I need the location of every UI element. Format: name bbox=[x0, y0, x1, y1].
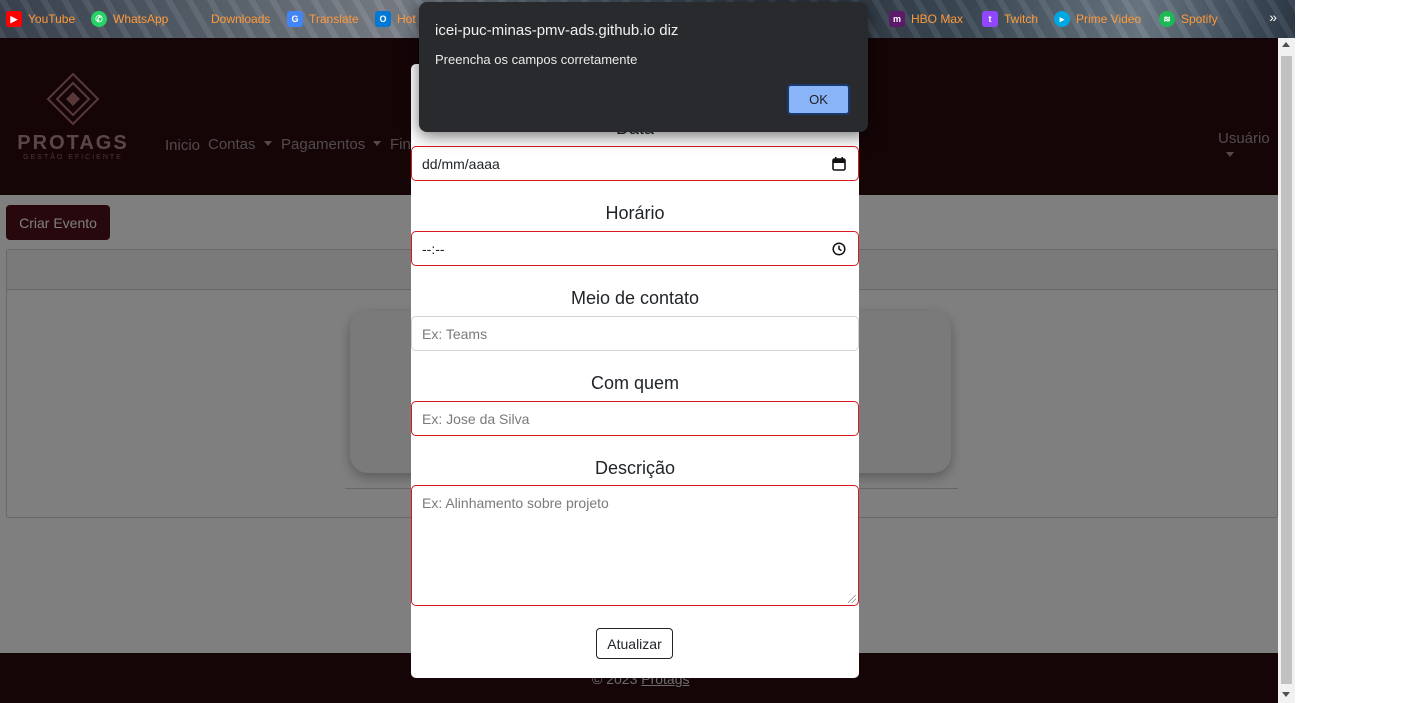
with-whom-placeholder: Ex: Jose da Silva bbox=[422, 410, 530, 427]
contact-method-input[interactable]: Ex: Teams bbox=[411, 316, 859, 351]
bookmark-whatsapp[interactable]: ✆ WhatsApp bbox=[91, 10, 168, 28]
hbo-max-icon: m bbox=[889, 11, 905, 27]
twitch-icon: t bbox=[982, 11, 998, 27]
time-input[interactable]: --:-- bbox=[411, 231, 859, 266]
bookmark-hbo-max[interactable]: m HBO Max bbox=[889, 10, 963, 28]
page-scrollbar[interactable] bbox=[1278, 38, 1295, 703]
time-value: --:-- bbox=[422, 240, 445, 257]
google-translate-icon: G bbox=[287, 11, 303, 27]
whatsapp-icon: ✆ bbox=[91, 11, 107, 27]
contact-method-placeholder: Ex: Teams bbox=[422, 325, 488, 342]
alert-title: icei-puc-minas-pmv-ads.github.io diz bbox=[435, 22, 679, 39]
resize-handle-icon[interactable] bbox=[848, 595, 856, 603]
contact-method-label: Meio de contato bbox=[570, 288, 700, 308]
bookmark-label: WhatsApp bbox=[113, 12, 169, 26]
browser-alert-dialog: icei-puc-minas-pmv-ads.github.io diz Pre… bbox=[419, 2, 868, 132]
bookmark-label: Downloads bbox=[211, 12, 271, 26]
bookmark-downloads[interactable]: Downloads bbox=[189, 10, 270, 28]
bookmark-hotmail[interactable]: O Hot bbox=[375, 10, 416, 28]
prime-video-icon: ▸ bbox=[1054, 11, 1070, 27]
edit-event-modal: Data dd/mm/aaaa Horário --:-- Meio de co… bbox=[411, 64, 859, 678]
bookmark-label: Spotify bbox=[1181, 12, 1218, 26]
description-label: Descrição bbox=[594, 458, 676, 478]
bookmark-label: Translate bbox=[309, 12, 359, 26]
spotify-icon: ≋ bbox=[1159, 11, 1175, 27]
more-bookmarks-chevron-icon[interactable]: » bbox=[1269, 9, 1277, 25]
calendar-icon[interactable] bbox=[832, 157, 846, 171]
description-textarea[interactable]: Ex: Alinhamento sobre projeto bbox=[411, 485, 859, 606]
alert-message: Preencha os campos corretamente bbox=[435, 52, 638, 67]
with-whom-input[interactable]: Ex: Jose da Silva bbox=[411, 401, 859, 436]
clock-icon[interactable] bbox=[832, 242, 846, 256]
scroll-up-arrow-icon[interactable] bbox=[1282, 42, 1290, 47]
bookmark-spotify[interactable]: ≋ Spotify bbox=[1159, 10, 1218, 28]
scroll-down-arrow-icon[interactable] bbox=[1282, 692, 1290, 697]
with-whom-label: Com quem bbox=[590, 373, 680, 393]
update-button[interactable]: Atualizar bbox=[596, 628, 673, 659]
browser-viewport: ▶ YouTube ✆ WhatsApp Downloads G Transla… bbox=[0, 0, 1295, 703]
alert-ok-button[interactable]: OK bbox=[787, 84, 850, 115]
screen: ▶ YouTube ✆ WhatsApp Downloads G Transla… bbox=[0, 0, 1408, 703]
date-value: dd/mm/aaaa bbox=[422, 155, 500, 172]
bookmark-twitch[interactable]: t Twitch bbox=[982, 10, 1038, 28]
time-label: Horário bbox=[605, 203, 665, 223]
bookmark-label: Prime Video bbox=[1076, 12, 1142, 26]
description-placeholder: Ex: Alinhamento sobre projeto bbox=[422, 495, 609, 511]
download-icon bbox=[189, 11, 205, 27]
bookmark-prime-video[interactable]: ▸ Prime Video bbox=[1054, 10, 1141, 28]
date-input[interactable]: dd/mm/aaaa bbox=[411, 146, 859, 181]
bookmark-translate[interactable]: G Translate bbox=[287, 10, 359, 28]
youtube-icon: ▶ bbox=[6, 11, 22, 27]
bookmark-label: YouTube bbox=[28, 12, 76, 26]
outlook-icon: O bbox=[375, 11, 391, 27]
bookmark-youtube[interactable]: ▶ YouTube bbox=[6, 10, 75, 28]
bookmark-label: HBO Max bbox=[911, 12, 964, 26]
bookmark-label: Hot bbox=[397, 12, 416, 26]
bookmark-label: Twitch bbox=[1004, 12, 1039, 26]
scroll-thumb[interactable] bbox=[1281, 56, 1292, 684]
